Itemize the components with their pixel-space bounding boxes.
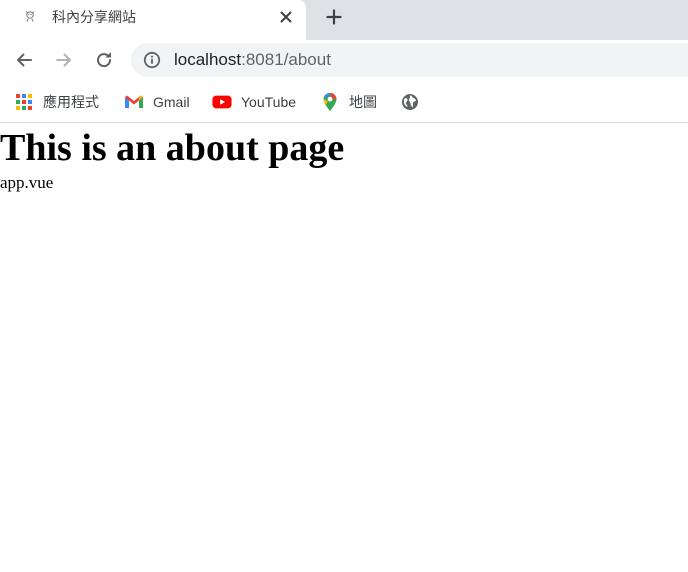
close-icon[interactable]	[276, 7, 296, 27]
browser-window: 科內分享網站 localhost:8081/about 應用程式 Gmail Y…	[0, 0, 688, 192]
bookmark-label: Gmail	[153, 94, 190, 110]
url-host: localhost	[174, 50, 242, 69]
address-bar[interactable]: localhost:8081/about	[131, 43, 688, 77]
bookmark-apps[interactable]: 應用程式	[14, 91, 99, 113]
globe-icon	[400, 92, 420, 112]
youtube-icon	[212, 92, 232, 112]
bookmark-label: 應用程式	[43, 94, 99, 110]
tab-strip: 科內分享網站	[0, 0, 688, 40]
url-path: :8081/about	[241, 50, 331, 69]
bookmark-label: YouTube	[241, 94, 297, 110]
bookmark-maps[interactable]: 地圖	[320, 91, 377, 113]
bookmark-globe[interactable]	[400, 91, 420, 113]
bookmark-gmail[interactable]: Gmail	[124, 91, 190, 113]
url-text: localhost:8081/about	[174, 50, 331, 70]
apps-grid-icon	[14, 92, 34, 112]
info-icon[interactable]	[143, 51, 161, 69]
gmail-icon	[124, 92, 144, 112]
back-arrow-icon[interactable]	[10, 46, 38, 74]
reload-icon[interactable]	[90, 46, 118, 74]
bookmarks-bar: 應用程式 Gmail YouTube 地圖	[0, 84, 688, 123]
page-heading: This is an about page	[0, 127, 345, 169]
site-favicon-icon	[22, 8, 38, 24]
tab-title: 科內分享網站	[52, 9, 136, 25]
forward-arrow-icon[interactable]	[50, 46, 78, 74]
toolbar: localhost:8081/about	[0, 40, 688, 84]
page-subtext: app.vue	[0, 173, 54, 192]
active-tab[interactable]: 科內分享網站	[0, 0, 306, 40]
plus-icon[interactable]	[322, 5, 346, 29]
bookmark-youtube[interactable]: YouTube	[212, 91, 296, 113]
maps-pin-icon	[320, 92, 340, 112]
bookmark-label: 地圖	[349, 94, 377, 110]
